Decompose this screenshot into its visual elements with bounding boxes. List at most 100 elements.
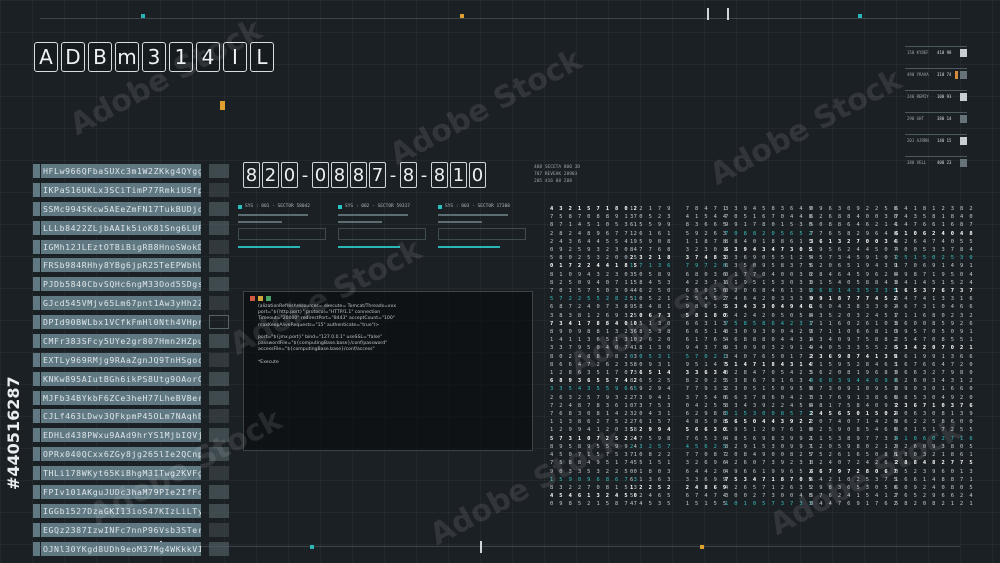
number-line: 7 6 5 1 4 3 3 6 3 4 [630, 370, 728, 377]
number-line: 1 5 9 0 8 1 1 8 7 8 [630, 238, 728, 245]
hash-row[interactable]: SSMc994SKcw5AEeZmFN17TukBUDjoGTIlcp [33, 201, 229, 217]
top-marker [141, 14, 145, 18]
number-line: 1 9 5 1 2 0 7 6 1 0 [725, 427, 814, 434]
number-line: 1 2 1 7 9 7 8 4 7 1 [630, 206, 728, 212]
ticket-item[interactable]: 290 GHT 380 14 [905, 112, 967, 128]
number-line: 6 5 5 9 9 8 3 6 6 5 [630, 222, 728, 229]
number-line: 5 7 2 2 5 5 2 8 2 1 [550, 296, 639, 303]
hash-row[interactable]: IKPaS16UKLx3SCiTimP77RmkiUSfpVNoQcv [33, 182, 229, 198]
hash-row[interactable]: GJcd545VMjv65Lm67pnt1Aw3yHh2ZUIcft [33, 295, 229, 311]
hash-row-tab [33, 258, 40, 273]
number-line: 8 6 0 0 8 5 9 2 6 [895, 320, 974, 327]
sys-panel[interactable]: SYS : 001 - SECTOR 58042 [238, 204, 326, 266]
hash-row[interactable]: HFLw966QFbaSUXc3m1W2ZKkg4QYggUPOkdo [33, 163, 229, 179]
ticket-item[interactable]: 240 REMIY 100 93 [905, 90, 967, 106]
number-line: 2 0 8 4 9 0 0 8 2 5 [725, 452, 814, 459]
alert-marker-icon [955, 71, 958, 79]
doc-icon [960, 93, 967, 101]
hash-row-text: PJDb5840CbvSQHc6ngM33Ood5SDgsALHhzo [41, 277, 201, 292]
hash-row[interactable]: DPId90BWLbx1VCfkFmHl0Nth4VHprURHfei [33, 314, 229, 330]
hash-row-tab [33, 296, 40, 311]
ticket-item[interactable]: 490 YRAVA 310 74 [905, 68, 967, 84]
hash-row[interactable]: CMFr383SFcy5UYe2gr807Hmn2HZpuTIAhcj [33, 333, 229, 349]
hash-row[interactable]: EDHLd438PWxu9AAd9hrYS1MjbIQVjnMUKdev [33, 427, 229, 443]
title-char-tile: m [115, 42, 139, 72]
top-frame-line [40, 18, 960, 19]
number-line: 3 0 5 2 3 4 1 5 4 4 [630, 214, 728, 221]
hash-row[interactable]: OJNl30YKgd8UDh9eoM37Mg4WKkkVIjbq [33, 541, 229, 557]
number-line: 5 1 4 7 1 8 4 3 1 4 [725, 361, 814, 368]
number-line: 5 7 3 1 0 7 2 5 2 4 [550, 435, 639, 442]
hash-row-tab [33, 333, 40, 348]
hash-row[interactable]: KNKw895AIutBGh6ikPS8Utg9OAorCVFmoh [33, 371, 229, 387]
number-line: 2 8 4 6 4 5 9 6 2 6 [810, 271, 899, 278]
hash-row[interactable]: FPIv101AKguJUDc3haM79PIe2IfFoCOXyvl [33, 484, 229, 500]
number-line: 8 7 7 6 8 3 2 3 0 1 [630, 247, 728, 254]
number-line: 4 6 2 5 0 6 5 0 5 6 [630, 288, 728, 295]
number-line: 6 3 9 4 3 4 7 3 0 5 [725, 247, 814, 254]
number-line: 0 0 5 3 1 5 7 0 2 1 [630, 353, 728, 360]
hash-row[interactable]: PJDb5840CbvSQHc6ngM33Ood5SDgsALHhzo [33, 276, 229, 292]
number-char-tile: 8 [400, 162, 417, 188]
number-line: 6 2 6 0 3 4 3 1 2 [895, 378, 974, 385]
number-line: 5 3 4 2 0 7 0 2 1 [895, 345, 974, 352]
number-line: 0 6 0 3 9 4 4 6 9 9 [810, 378, 899, 385]
minimize-dot-icon[interactable] [258, 296, 263, 301]
hash-row-text: CJLf463LDwv3QFkpmP45OLm7NAqhEVJoyf [41, 409, 201, 424]
number-line: 1 6 1 6 1 5 9 2 6 3 [630, 230, 728, 237]
number-line: 7 1 1 6 0 2 6 1 0 3 [810, 320, 899, 327]
sys-panel[interactable]: SYS : 002 - SECTOR 59317 [338, 204, 426, 266]
hash-row[interactable]: THLi178WKyt65KiBhgM3ITwg2KVFgQUGgdh [33, 465, 229, 481]
number-line: 1 0 1 0 5 7 3 7 3 3 [725, 501, 814, 508]
sys-panel-label: SYS : 001 - SECTOR 58042 [245, 204, 311, 209]
number-line: 6 3 5 0 9 5 8 3 7 5 [725, 263, 814, 270]
number-line: 6 8 7 2 4 0 7 3 8 5 [550, 304, 639, 311]
number-line: 8 9 0 9 8 8 1 3 2 6 [550, 329, 639, 336]
number-meta-line: 205 416 88 288 [534, 179, 572, 184]
title-char-tile: L [250, 42, 274, 72]
hash-row[interactable]: MJFb34BYkbF6ZCe3heH77LheBVBerXOKiko [33, 390, 229, 406]
sys-line [338, 221, 382, 223]
number-line: 8 3 2 2 7 0 8 1 5 3 [550, 484, 639, 491]
hash-row-text: DPId90BWLbx1VCfkFmHl0Nth4VHprURHfei [41, 315, 201, 330]
hash-row-side [209, 390, 229, 405]
number-line: 7 4 6 4 2 0 3 3 3 9 [725, 296, 814, 303]
title-char-tile: D [61, 42, 85, 72]
hash-list: HFLw966QFbaSUXc3m1W2ZKkg4QYggUPOkdo IKPaS… [33, 163, 229, 559]
number-line: 4 9 8 7 1 9 5 0 4 [895, 271, 974, 278]
number-line: 6 1 3 6 3 3 3 6 9 9 [630, 476, 728, 483]
hash-row[interactable]: OPRx040QCxx6ZGy8jg265lIe2QCnpAUGIko [33, 446, 229, 462]
hash-row-text: KNKw895AIutBGh6ikPS8Utg9OAorCVFmoh [41, 371, 201, 386]
number-line: 2 5 1 5 0 2 5 3 0 [895, 255, 974, 262]
number-line: 7 5 3 4 7 1 8 7 0 9 [725, 476, 814, 483]
hash-row[interactable]: IGMh12JLEztOTBiBigRB8HnoSWokDRGhvg [33, 239, 229, 255]
hash-row-side [209, 522, 229, 537]
hash-row[interactable]: EGQz2387IzwINFc7nnP96Vsb3STerYRPlyg [33, 522, 229, 538]
hash-row[interactable]: IGGb1527DzaGKI13ioS47KIzLiLTyjjTKGnji [33, 503, 229, 519]
title-char-tile: 3 [142, 42, 166, 72]
terminal-window[interactable]: (alizationRefreshresources= execute= Tom… [243, 291, 533, 451]
ticket-item[interactable]: 201 AJRRN 140 15 [905, 134, 967, 150]
hash-row[interactable]: CJLf463LDwv3QFkpmP45OLm7NAqhEVJoyf [33, 408, 229, 424]
ticket-item[interactable]: 150 KYDEF 410 98 [905, 46, 967, 62]
ticket-value: 410 98 [937, 50, 952, 55]
hash-row-text: FPIv101AKguJUDc3haM79PIe2IfFoCOXyvl [41, 484, 201, 499]
hash-row[interactable]: FRSb984RHhy8YBg6jpR25TeEPWbhUNAcvm [33, 257, 229, 273]
close-dot-icon[interactable] [250, 296, 255, 301]
number-line: 4 5 4 6 1 3 2 4 5 0 [550, 493, 639, 500]
ticket-value: 140 15 [937, 138, 952, 143]
number-line: 1 1 5 3 8 9 7 7 3 3 [810, 435, 899, 442]
sys-panel[interactable]: SYS : 003 - SECTOR 17308 [438, 204, 526, 266]
hash-row[interactable]: EXTLy969RMjg9RAaZgnJQ9TnHSgocCVMmyh [33, 352, 229, 368]
number-line: 8 9 5 8 9 5 5 9 9 4 [550, 443, 639, 450]
ticket-item[interactable]: 380 VELL 408 23 [905, 156, 967, 172]
maximize-dot-icon[interactable] [266, 296, 271, 301]
doc-icon [960, 115, 967, 123]
sys-progress-bar [338, 246, 400, 248]
stock-id: #440516287 [4, 376, 23, 490]
number-line: 1 6 1 9 9 1 3 6 6 [895, 353, 974, 360]
sys-progress-bar [238, 246, 300, 248]
hash-row[interactable]: LLLb8422ZLjbAAIk5ioK81Sng6LUFoXNFfoo [33, 220, 229, 236]
hash-row-side [209, 182, 229, 197]
hash-row-side [209, 541, 229, 556]
